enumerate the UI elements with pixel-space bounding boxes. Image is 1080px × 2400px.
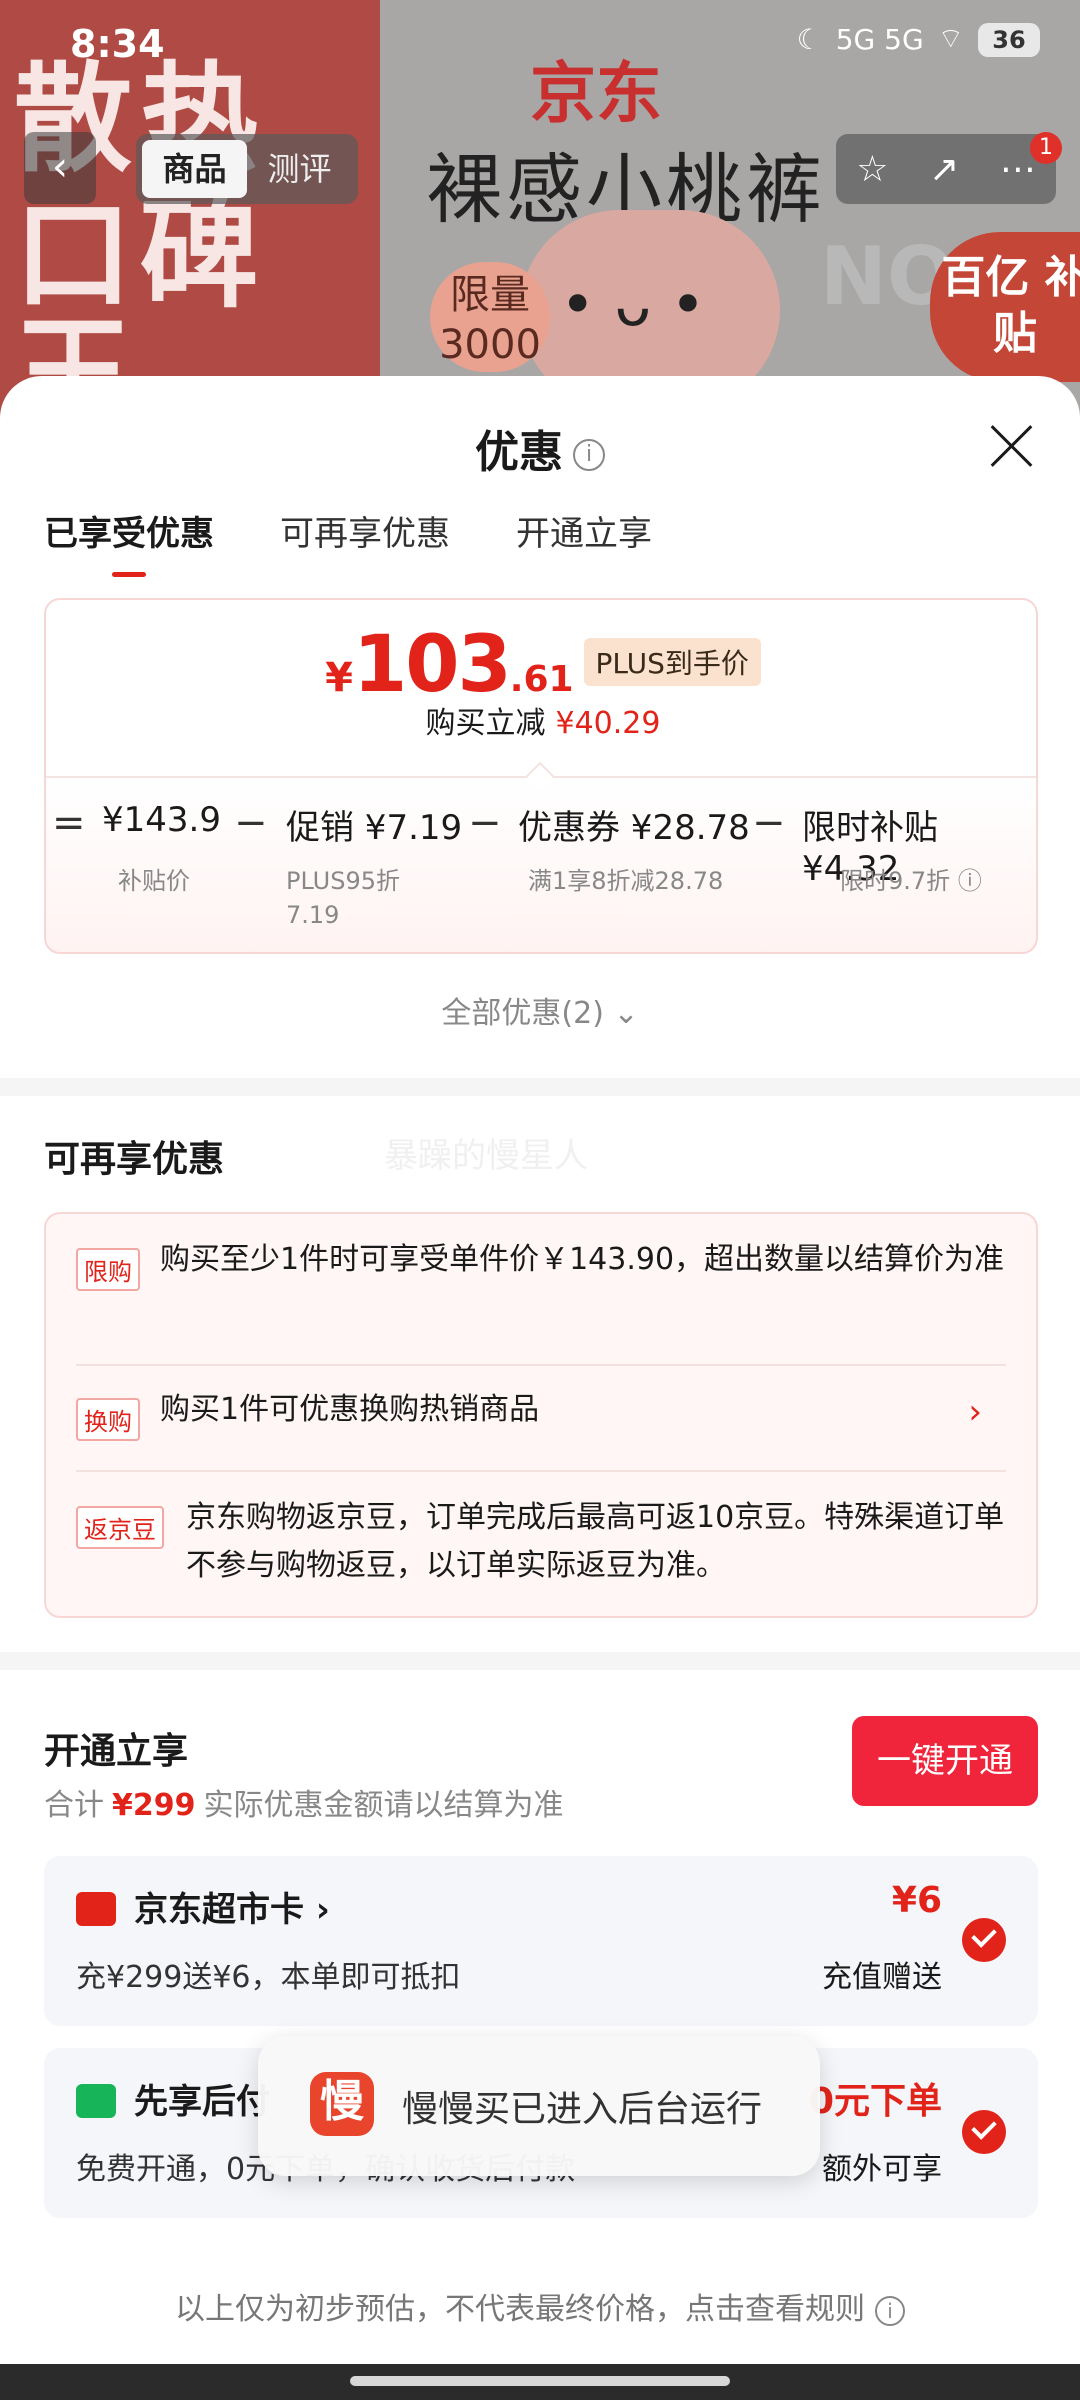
- service-desc: 充¥299送¥6，本单即可抵扣: [76, 1960, 461, 1995]
- currency-symbol: ¥: [325, 655, 353, 701]
- promotion-value: 促销 ¥7.19: [286, 808, 463, 848]
- offer-text: 购买1件可优惠换购热销商品: [160, 1392, 540, 1427]
- operator: −: [752, 800, 786, 846]
- total-note: 实际优惠金额请以结算为准: [203, 1788, 564, 1823]
- offer-tag: 限购: [76, 1248, 140, 1291]
- final-price: ¥103.61 PLUS到手价: [46, 620, 1040, 710]
- more-icon[interactable]: ⋯: [1000, 149, 1036, 190]
- rules-note[interactable]: 以上仅为初步预估，不代表最终价格，点击查看规则 i: [0, 2284, 1080, 2328]
- operator: −: [468, 800, 502, 846]
- tab-more[interactable]: 可再享优惠: [280, 506, 450, 577]
- offer-text: 京东购物返京豆，订单完成后最高可返10京豆。特殊渠道订单不参与购物返豆，以订单实…: [186, 1500, 1005, 1583]
- card-icon: [76, 1892, 116, 1926]
- total-label: 合计: [44, 1788, 104, 1823]
- price-card: ¥103.61 PLUS到手价 购买立减 ¥40.29 = ¥143.9 补贴价 −…: [44, 598, 1038, 954]
- background-toast: 慢 慢慢买已进入后台运行: [258, 2036, 820, 2176]
- offer-item-beans: 返京豆 京东购物返京豆，订单完成后最高可返10京豆。特殊渠道订单不参与购物返豆，…: [76, 1500, 1006, 1598]
- instant-discount-value: ¥40.29: [555, 706, 661, 741]
- sheet-title: 优惠: [475, 427, 563, 478]
- tab-enjoyed[interactable]: 已享受优惠: [44, 506, 214, 577]
- offer-tag: 返京豆: [76, 1506, 164, 1549]
- sheet-header: 优惠 i: [0, 416, 1080, 480]
- total-value: ¥299: [112, 1788, 196, 1823]
- notification-badge: 1: [1030, 132, 1062, 164]
- coupon-note: 满1享8折减28.78: [528, 867, 724, 895]
- battery-icon: 36: [978, 22, 1040, 57]
- divider: [76, 1364, 1006, 1366]
- peach-face: • ᴗ •: [560, 270, 706, 340]
- info-icon[interactable]: i: [573, 439, 605, 471]
- limit-badge: 限量 3000: [430, 262, 550, 372]
- offer-list: 限购 购买至少1件时可享受单件价￥143.90，超出数量以结算价为准 换购 购买…: [44, 1212, 1038, 1618]
- offer-text: 购买至少1件时可享受单件价￥143.90，超出数量以结算价为准: [160, 1242, 1005, 1277]
- discount-tabs: 已享受优惠 可再享优惠 开通立享: [44, 506, 652, 577]
- operator: −: [234, 800, 268, 846]
- app-icon: 慢: [310, 2072, 374, 2136]
- wifi-icon: ⌔: [937, 22, 964, 55]
- promotion-note: PLUS95折 7.19: [286, 867, 400, 929]
- info-icon[interactable]: ⓘ: [958, 867, 982, 895]
- subsidy-badge: 百亿 补贴: [930, 232, 1080, 382]
- offer-item-exchange[interactable]: 换购 购买1件可优惠换购热销商品 ›: [76, 1392, 1006, 1444]
- limited-subsidy-note: 限时9.7折 ⓘ: [840, 867, 982, 895]
- close-button[interactable]: [982, 416, 1040, 474]
- instant-discount: 购买立减 ¥40.29: [46, 698, 1040, 742]
- operator: =: [52, 800, 86, 846]
- plus-price-tag: PLUS到手价: [583, 638, 761, 686]
- info-icon: i: [875, 2295, 905, 2326]
- offer-tag: 换购: [76, 1398, 140, 1441]
- share-icon[interactable]: ↗: [929, 149, 959, 190]
- product-tabs: 商品 测评: [136, 134, 358, 204]
- price-decimal: .61: [509, 659, 574, 700]
- service-card-supermarket[interactable]: 京东超市卡 › 充¥299送¥6，本单即可抵扣 ¥6 充值赠送: [44, 1856, 1038, 2026]
- service-amount: ¥6: [891, 1880, 942, 1921]
- shopping-bag-icon: [76, 2084, 116, 2118]
- coupon-value: 优惠券 ¥28.78: [518, 808, 750, 848]
- back-button[interactable]: ‹: [24, 132, 96, 204]
- tab-open[interactable]: 开通立享: [516, 506, 652, 577]
- section-gap: [0, 1652, 1080, 1670]
- status-time: 8:34: [70, 22, 165, 66]
- instant-discount-label: 购买立减: [425, 706, 546, 741]
- service-note: 额外可享: [822, 2152, 942, 2187]
- nav-bar: [0, 2364, 1080, 2400]
- subsidy-price-note: 补贴价: [118, 867, 190, 895]
- service-name: 先享后付: [134, 2082, 270, 2122]
- subsidy-price: ¥143.9: [102, 800, 221, 840]
- watermark: 暴躁的慢星人: [384, 1136, 588, 1176]
- one-click-open-button[interactable]: 一键开通: [852, 1716, 1038, 1806]
- chevron-down-icon: ⌄: [613, 996, 639, 1031]
- service-amount: 0元下单: [808, 2081, 942, 2122]
- service-name[interactable]: 京东超市卡 ›: [134, 1882, 330, 1931]
- divider: [76, 1470, 1006, 1472]
- moon-icon: ☾: [796, 23, 822, 56]
- top-actions: ☆ ↗ ⋯: [836, 134, 1056, 204]
- discount-sheet: 优惠 i 已享受优惠 可再享优惠 开通立享 ¥103.61 PLUS到手价 购买立减…: [0, 376, 1080, 2364]
- star-icon[interactable]: ☆: [856, 149, 888, 190]
- chevron-right-icon: ›: [968, 1392, 982, 1432]
- network-label: 5G 5G: [835, 23, 924, 56]
- toast-message: 慢慢买已进入后台运行: [402, 2089, 763, 2130]
- open-total: 合计 ¥299 实际优惠金额请以结算为准: [44, 1780, 564, 1824]
- status-icons: ☾ 5G 5G ⌔ 36: [797, 22, 1040, 57]
- all-offers-toggle[interactable]: 全部优惠(2) ⌄: [0, 988, 1080, 1032]
- home-indicator[interactable]: [350, 2376, 730, 2386]
- status-bar: 8:34 ☾ 5G 5G ⌔ 36: [0, 0, 1080, 90]
- price-breakdown: = ¥143.9 补贴价 − 促销 ¥7.19 PLUS95折 7.19 − 优…: [46, 800, 1040, 940]
- pointer: [525, 761, 555, 791]
- section-gap: [0, 1078, 1080, 1096]
- price-integer: 103: [352, 620, 512, 710]
- service-note: 充值赠送: [822, 1960, 942, 1995]
- tab-review[interactable]: 测评: [247, 140, 352, 198]
- open-section-title: 开通立享: [44, 1731, 189, 1772]
- check-icon[interactable]: [962, 1918, 1006, 1962]
- more-offers-title: 可再享优惠: [44, 1139, 225, 1180]
- offer-item-limit: 限购 购买至少1件时可享受单件价￥143.90，超出数量以结算价为准: [76, 1242, 1006, 1334]
- check-icon[interactable]: [962, 2110, 1006, 2154]
- tab-product[interactable]: 商品: [142, 140, 247, 198]
